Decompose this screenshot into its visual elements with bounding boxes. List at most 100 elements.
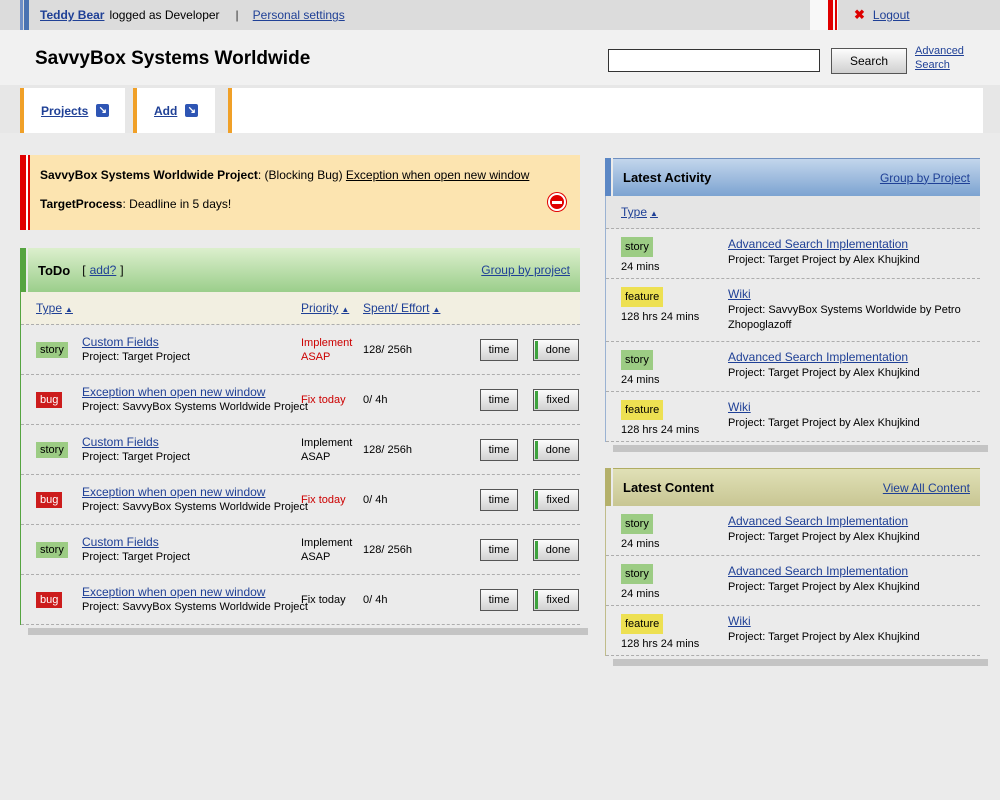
item-detail: Project: Target Project by Alex Khujkind	[728, 581, 920, 593]
todo-item-project: Project: Target Project	[82, 450, 191, 463]
bug-badge: bug	[36, 491, 63, 508]
logout-x-icon[interactable]: ✖	[854, 7, 865, 23]
time-button[interactable]: time	[480, 388, 518, 411]
personal-settings-link[interactable]: Personal settings	[253, 8, 345, 22]
done-button[interactable]: done	[533, 538, 579, 561]
activity-blue-bar-icon	[605, 158, 611, 196]
item-link[interactable]: Advanced Search Implementation	[728, 564, 908, 578]
list-item: story 24 mins Advanced Search Implementa…	[606, 229, 980, 279]
arrow-down-right-icon[interactable]: ↘	[96, 104, 110, 117]
todo-add-link[interactable]: add?	[90, 263, 117, 277]
alert-box: SavvyBox Systems Worldwide Project: (Blo…	[20, 155, 580, 230]
sort-asc-icon: ▲	[650, 209, 658, 218]
panel-shadow	[28, 628, 588, 635]
item-duration: 128 hrs 24 mins	[621, 424, 700, 436]
bug-badge: bug	[36, 591, 63, 608]
panel-shadow	[613, 659, 988, 666]
tab-projects-label[interactable]: Projects	[41, 104, 88, 118]
todo-item-link[interactable]: Exception when open new window	[82, 585, 265, 599]
top-bar: Teddy Bear logged as Developer | Persona…	[0, 0, 810, 30]
todo-green-bar-icon	[20, 248, 26, 292]
item-detail: Project: SavvyBox Systems Worldwide by P…	[728, 304, 961, 331]
topbar-divider: |	[235, 8, 239, 22]
panel-shadow	[613, 445, 988, 452]
item-detail: Project: Target Project by Alex Khujkind	[728, 417, 920, 429]
item-duration: 24 mins	[621, 588, 660, 600]
advanced-search-link[interactable]: Advanced Search	[915, 44, 975, 72]
todo-item-link[interactable]: Exception when open new window	[82, 485, 265, 499]
todo-item-project: Project: SavvyBox Systems Worldwide Proj…	[82, 600, 308, 613]
todo-item-link[interactable]: Custom Fields	[82, 535, 159, 549]
item-link[interactable]: Advanced Search Implementation	[728, 350, 908, 364]
sort-asc-icon: ▲	[65, 305, 73, 314]
logout-link[interactable]: Logout	[873, 8, 910, 22]
time-button[interactable]: time	[480, 588, 518, 611]
tab-blank	[228, 88, 983, 133]
todo-item-link[interactable]: Custom Fields	[82, 335, 159, 349]
tab-projects[interactable]: Projects ↘	[20, 88, 125, 133]
todo-panel: ToDo [ add? ] Group by project Type ▲ Pri…	[20, 248, 588, 635]
fixed-button[interactable]: fixed	[533, 588, 579, 611]
add-bracket: [	[82, 263, 86, 277]
sort-spent-link[interactable]: Spent/ Effort	[363, 301, 430, 315]
no-entry-icon	[548, 193, 566, 211]
priority-value: Fix today	[301, 493, 346, 506]
done-button[interactable]: done	[533, 438, 579, 461]
content-olive-bar-icon	[605, 468, 611, 506]
table-row: story Custom Fields Project: Target Proje…	[21, 425, 580, 475]
table-row: story Custom Fields Project: Target Proje…	[21, 525, 580, 575]
item-detail: Project: Target Project by Alex Khujkind	[728, 631, 920, 643]
todo-title: ToDo	[38, 262, 71, 278]
item-link[interactable]: Advanced Search Implementation	[728, 514, 908, 528]
done-button[interactable]: done	[533, 338, 579, 361]
item-duration: 128 hrs 24 mins	[621, 638, 700, 650]
priority-value: Implement ASAP	[301, 536, 353, 563]
fixed-button[interactable]: fixed	[533, 488, 579, 511]
item-link[interactable]: Wiki	[728, 400, 751, 414]
tab-add[interactable]: Add ↘	[133, 88, 215, 133]
item-link[interactable]: Wiki	[728, 287, 751, 301]
item-detail: Project: Target Project by Alex Khujkind	[728, 531, 920, 543]
time-button[interactable]: time	[480, 338, 518, 361]
time-button[interactable]: time	[480, 438, 518, 461]
add-bracket: ]	[120, 263, 124, 277]
todo-item-link[interactable]: Custom Fields	[82, 435, 159, 449]
list-item: feature 128 hrs 24 mins Wiki Project: Ta…	[606, 606, 980, 656]
bug-badge: bug	[36, 391, 63, 408]
search-input[interactable]	[608, 49, 820, 72]
user-link[interactable]: Teddy Bear	[40, 8, 104, 22]
activity-group-by-link[interactable]: Group by Project	[880, 171, 970, 185]
search-button[interactable]: Search	[831, 48, 907, 74]
time-button[interactable]: time	[480, 538, 518, 561]
spent-effort-value: 0/ 4h	[363, 393, 388, 406]
table-row: bug Exception when open new window Projec…	[21, 375, 580, 425]
todo-group-by-link[interactable]: Group by project	[481, 263, 570, 277]
fixed-button[interactable]: fixed	[533, 388, 579, 411]
latest-activity-panel: Latest Activity Group by Project Type ▲ s…	[605, 158, 988, 452]
sort-priority-link[interactable]: Priority	[301, 301, 338, 315]
item-link[interactable]: Advanced Search Implementation	[728, 237, 908, 251]
priority-value: Implement ASAP	[301, 336, 353, 363]
table-row: bug Exception when open new window Projec…	[21, 475, 580, 525]
sort-type-link[interactable]: Type	[621, 205, 647, 219]
arrow-down-right-icon[interactable]: ↘	[185, 104, 199, 117]
time-button[interactable]: time	[480, 488, 518, 511]
item-link[interactable]: Wiki	[728, 614, 751, 628]
story-badge: story	[621, 514, 653, 534]
activity-column-headers: Type ▲	[606, 196, 980, 229]
item-duration: 24 mins	[621, 374, 660, 386]
content-header: Latest Content View All Content	[613, 468, 980, 506]
spent-effort-value: 128/ 256h	[363, 443, 412, 456]
tab-add-label[interactable]: Add	[154, 104, 177, 118]
view-all-content-link[interactable]: View All Content	[883, 481, 970, 495]
sort-type-link[interactable]: Type	[36, 301, 62, 315]
story-badge: story	[621, 237, 653, 257]
story-badge: story	[36, 541, 68, 558]
alert-bug-link[interactable]: Exception when open new window	[346, 168, 529, 182]
list-item: feature 128 hrs 24 mins Wiki Project: Sa…	[606, 279, 980, 342]
alert-process-name: TargetProcess	[40, 197, 123, 211]
feature-badge: feature	[621, 287, 664, 307]
story-badge: story	[621, 564, 653, 584]
list-item: story 24 mins Advanced Search Implementa…	[606, 556, 980, 606]
todo-item-link[interactable]: Exception when open new window	[82, 385, 265, 399]
